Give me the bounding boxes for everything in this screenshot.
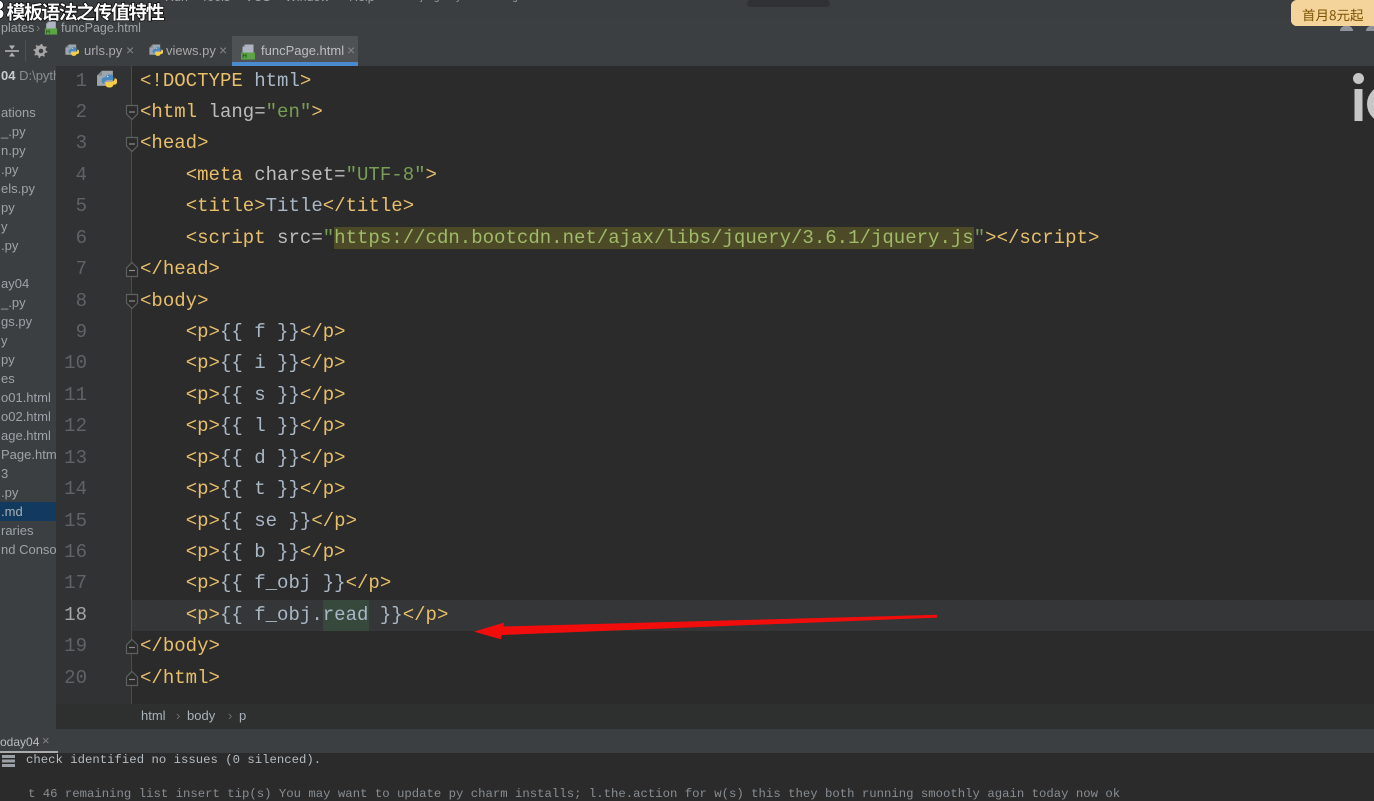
svg-text:H: H — [46, 29, 50, 35]
svg-text:H: H — [242, 53, 247, 60]
